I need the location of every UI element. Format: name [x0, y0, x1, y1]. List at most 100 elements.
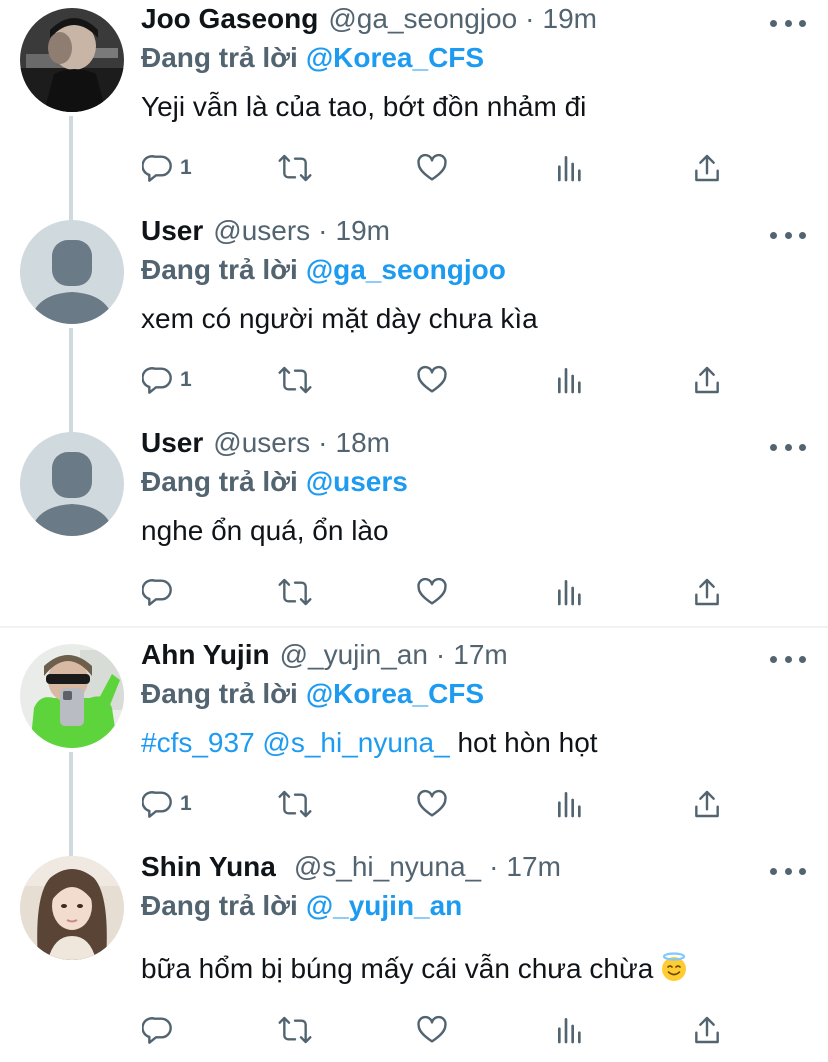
- share-button[interactable]: [692, 1010, 722, 1050]
- user-handle[interactable]: @users: [213, 427, 310, 459]
- reply-button[interactable]: 1: [142, 784, 192, 824]
- views-icon: [558, 580, 581, 606]
- separator-dot: ·: [489, 851, 499, 882]
- separator-dot: ·: [318, 427, 328, 458]
- display-name[interactable]: Ahn Yujin: [141, 639, 270, 671]
- tweet[interactable]: User @users · 19m Đang trả lời @ga_seongj…: [0, 212, 828, 424]
- timestamp[interactable]: 19m: [336, 215, 390, 247]
- avatar[interactable]: [20, 856, 124, 960]
- user-handle[interactable]: @ga_seongjoo: [328, 3, 517, 35]
- retweet-button[interactable]: [277, 1010, 313, 1050]
- reply-to-mention[interactable]: @Korea_CFS: [306, 42, 484, 73]
- display-name[interactable]: Joo Gaseong: [141, 3, 318, 35]
- avatar[interactable]: [20, 432, 124, 536]
- action-bar: 1: [0, 148, 828, 188]
- like-button[interactable]: [416, 148, 448, 188]
- reply-button[interactable]: 1: [142, 360, 192, 400]
- share-icon: [695, 154, 719, 182]
- reply-context: Đang trả lời @users: [141, 466, 408, 498]
- reply-context: Đang trả lời @Korea_CFS: [141, 678, 484, 710]
- views-button[interactable]: [555, 148, 585, 188]
- reply-icon: [142, 791, 172, 818]
- retweet-button[interactable]: [277, 148, 313, 188]
- reply-to-mention[interactable]: @users: [306, 466, 408, 497]
- views-button[interactable]: [555, 784, 585, 824]
- share-button[interactable]: [692, 784, 722, 824]
- tweet[interactable]: Joo Gaseong @ga_seongjoo · 19m Đang trả …: [0, 0, 828, 212]
- reply-prefix: Đang trả lời: [141, 678, 298, 709]
- reply-icon: [142, 155, 172, 182]
- reply-count: 1: [180, 156, 192, 179]
- share-icon: [695, 1016, 719, 1044]
- share-button[interactable]: [692, 572, 722, 612]
- retweet-icon: [278, 366, 312, 394]
- reply-context: Đang trả lời @Korea_CFS: [141, 42, 484, 74]
- user-handle[interactable]: @s_hi_nyuna_: [294, 851, 481, 883]
- avatar[interactable]: [20, 8, 124, 112]
- reply-button[interactable]: 1: [142, 148, 192, 188]
- separator-dot: ·: [318, 215, 328, 246]
- share-button[interactable]: [692, 148, 722, 188]
- like-button[interactable]: [416, 784, 448, 824]
- display-name[interactable]: User: [141, 427, 203, 459]
- reply-to-mention[interactable]: @Korea_CFS: [306, 678, 484, 709]
- timestamp[interactable]: 17m: [506, 851, 560, 883]
- smiling-face-with-halo-icon: [662, 952, 687, 981]
- views-button[interactable]: [555, 360, 585, 400]
- reply-to-mention[interactable]: @_yujin_an: [306, 890, 462, 921]
- tweet-text: xem có người mặt dày chưa kìa: [141, 303, 538, 334]
- views-icon: [558, 792, 581, 818]
- more-icon[interactable]: [770, 441, 806, 453]
- action-bar: [0, 572, 828, 612]
- more-icon[interactable]: [770, 17, 806, 29]
- tweet-header: Joo Gaseong @ga_seongjoo · 19m: [141, 3, 597, 43]
- retweet-button[interactable]: [277, 360, 313, 400]
- share-button[interactable]: [692, 360, 722, 400]
- share-icon: [695, 578, 719, 606]
- like-button[interactable]: [416, 1010, 448, 1050]
- user-handle[interactable]: @users: [213, 215, 310, 247]
- separator-dot: ·: [435, 639, 446, 670]
- thread-divider: [0, 626, 828, 628]
- display-name[interactable]: User: [141, 215, 203, 247]
- like-icon: [417, 1015, 447, 1043]
- reply-prefix: Đang trả lời: [141, 254, 298, 285]
- retweet-button[interactable]: [277, 784, 313, 824]
- tweet-text: nghe ổn quá, ổn lào: [141, 515, 389, 546]
- tweet-header: User @users · 19m: [141, 215, 390, 255]
- like-button[interactable]: [416, 572, 448, 612]
- views-button[interactable]: [555, 572, 585, 612]
- more-icon[interactable]: [770, 653, 806, 665]
- avatar[interactable]: [20, 220, 124, 324]
- mention-link[interactable]: @s_hi_nyuna_: [262, 727, 449, 758]
- views-icon: [558, 368, 581, 394]
- views-button[interactable]: [555, 1010, 585, 1050]
- user-handle[interactable]: @_yujin_an: [280, 639, 428, 671]
- more-icon[interactable]: [770, 229, 806, 241]
- tweet[interactable]: Shin Yuna @s_hi_nyuna_ · 17m Đang trả lờ…: [0, 848, 828, 1062]
- hashtag-link[interactable]: #cfs_937: [141, 727, 255, 758]
- retweet-icon: [278, 1016, 312, 1044]
- reply-prefix: Đang trả lời: [141, 466, 298, 497]
- tweet[interactable]: Ahn Yujin @_yujin_an · 17m Đang trả lời @…: [0, 636, 828, 848]
- display-name[interactable]: Shin Yuna: [141, 851, 276, 883]
- separator-dot: ·: [525, 3, 535, 34]
- tweet[interactable]: User @users · 18m Đang trả lời @users ngh…: [0, 424, 828, 624]
- timestamp[interactable]: 18m: [336, 427, 390, 459]
- reply-context: Đang trả lời @ga_seongjoo: [141, 254, 506, 286]
- reply-button[interactable]: [142, 572, 174, 612]
- reply-to-mention[interactable]: @ga_seongjoo: [306, 254, 506, 285]
- tweet-text: bữa hổm bị búng mấy cái vẫn chưa chừa: [141, 953, 654, 984]
- retweet-icon: [278, 154, 312, 182]
- like-button[interactable]: [416, 360, 448, 400]
- reply-button[interactable]: [142, 1010, 174, 1050]
- reply-prefix: Đang trả lời: [141, 890, 298, 921]
- views-icon: [558, 1018, 581, 1044]
- retweet-button[interactable]: [277, 572, 313, 612]
- more-icon[interactable]: [770, 865, 806, 877]
- timestamp[interactable]: 19m: [543, 3, 597, 35]
- reply-icon: [142, 579, 172, 606]
- avatar[interactable]: [20, 644, 124, 748]
- reply-count: 1: [180, 792, 192, 815]
- timestamp[interactable]: 17m: [453, 639, 507, 671]
